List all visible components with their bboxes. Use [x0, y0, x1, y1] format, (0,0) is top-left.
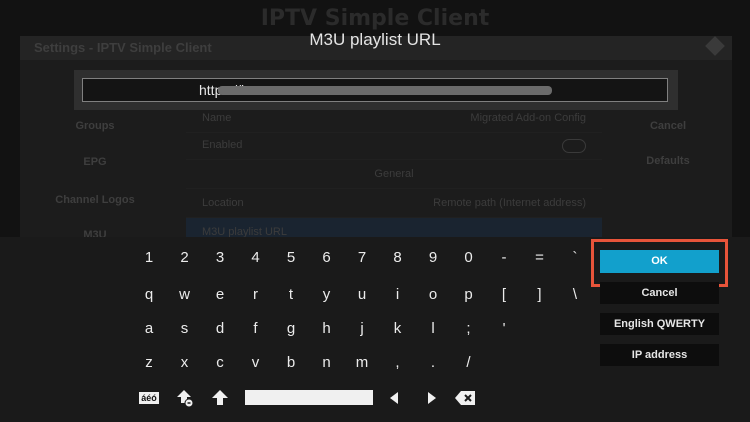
key-1-10[interactable]: 0 [452, 246, 486, 270]
setting-label: M3U playlist URL [202, 226, 287, 237]
key-1-6[interactable]: 6 [310, 246, 344, 270]
key-2-2[interactable]: w [168, 283, 202, 307]
backspace-key[interactable] [453, 388, 477, 408]
cancel-button[interactable]: Cancel [600, 282, 719, 304]
key-2-1[interactable]: q [132, 283, 166, 307]
setting-row-enabled[interactable]: Enabled [186, 131, 602, 160]
key-1-8[interactable]: 8 [381, 246, 415, 270]
key-3-11[interactable]: ' [487, 317, 521, 341]
dialog-title: M3U playlist URL [309, 30, 441, 49]
key-2-4[interactable]: r [239, 283, 273, 307]
section-header-general: General [186, 160, 602, 189]
shift-icon [212, 390, 228, 405]
key-1-3[interactable]: 3 [203, 246, 237, 270]
setting-label: Location [202, 197, 244, 209]
key-3-7[interactable]: j [345, 317, 379, 341]
addon-title: IPTV Simple Client [260, 6, 490, 31]
key-2-13[interactable]: \ [558, 283, 592, 307]
caps-lock-icon [177, 390, 194, 408]
key-4-4[interactable]: v [239, 351, 273, 375]
setting-value: Migrated Add-on Config [470, 112, 586, 124]
input-panel: https://i [74, 70, 678, 110]
sidebar-item-channel-logos[interactable]: Channel Logos [20, 194, 170, 206]
settings-cancel-button[interactable]: Cancel [628, 120, 708, 132]
shift-key[interactable] [209, 388, 231, 408]
cursor-left-key[interactable] [385, 388, 403, 408]
redacted-url-text [218, 86, 552, 95]
key-3-2[interactable]: s [168, 317, 202, 341]
key-2-5[interactable]: t [274, 283, 308, 307]
key-2-8[interactable]: i [381, 283, 415, 307]
key-2-10[interactable]: p [452, 283, 486, 307]
key-2-12[interactable]: ] [523, 283, 557, 307]
settings-defaults-button[interactable]: Defaults [628, 155, 708, 167]
key-4-6[interactable]: n [310, 351, 344, 375]
setting-value: Remote path (Internet address) [433, 197, 586, 209]
key-1-12[interactable]: = [523, 246, 557, 270]
key-3-3[interactable]: d [203, 317, 237, 341]
key-1-7[interactable]: 7 [345, 246, 379, 270]
backspace-icon [455, 391, 475, 405]
symbols-key-label: áéó [139, 392, 159, 404]
arrow-left-icon [390, 392, 398, 404]
key-3-5[interactable]: g [274, 317, 308, 341]
key-1-2[interactable]: 2 [168, 246, 202, 270]
ok-button[interactable]: OK [600, 250, 719, 273]
arrow-right-icon [428, 392, 436, 404]
key-1-4[interactable]: 4 [239, 246, 273, 270]
sidebar-item-groups[interactable]: Groups [20, 120, 170, 132]
key-4-9[interactable]: . [416, 351, 450, 375]
key-2-7[interactable]: u [345, 283, 379, 307]
ip-address-button[interactable]: IP address [600, 344, 719, 366]
url-input[interactable]: https://i [82, 78, 668, 102]
key-4-7[interactable]: m [345, 351, 379, 375]
key-3-1[interactable]: a [132, 317, 166, 341]
key-4-1[interactable]: z [132, 351, 166, 375]
key-3-6[interactable]: h [310, 317, 344, 341]
key-1-9[interactable]: 9 [416, 246, 450, 270]
key-1-13[interactable]: ` [558, 246, 592, 270]
setting-row-m3u-url[interactable]: M3U playlist URL [186, 218, 602, 237]
key-4-5[interactable]: b [274, 351, 308, 375]
key-2-11[interactable]: [ [487, 283, 521, 307]
key-4-8[interactable]: , [381, 351, 415, 375]
key-4-2[interactable]: x [168, 351, 202, 375]
section-label: General [374, 168, 414, 180]
space-bar[interactable] [245, 390, 373, 405]
settings-list: Name Migrated Add-on Config Enabled Gene… [186, 100, 602, 237]
setting-label: Name [202, 112, 232, 124]
caps-lock-key[interactable] [174, 388, 196, 408]
key-4-3[interactable]: c [203, 351, 237, 375]
key-2-9[interactable]: o [416, 283, 450, 307]
key-3-4[interactable]: f [239, 317, 273, 341]
sidebar-item-m3u[interactable]: M3U [20, 229, 170, 237]
key-1-1[interactable]: 1 [132, 246, 166, 270]
key-3-10[interactable]: ; [452, 317, 486, 341]
key-3-8[interactable]: k [381, 317, 415, 341]
key-1-11[interactable]: - [487, 246, 521, 270]
sidebar-item-epg[interactable]: EPG [20, 156, 170, 168]
symbols-key[interactable]: áéó [137, 388, 161, 408]
layout-english-qwerty-button[interactable]: English QWERTY [600, 313, 719, 335]
key-2-6[interactable]: y [310, 283, 344, 307]
setting-label: Enabled [202, 139, 243, 151]
toggle-switch[interactable] [562, 139, 586, 153]
onscreen-keyboard: OK Cancel English QWERTY IP address áéó … [0, 237, 750, 422]
setting-row-location[interactable]: Location Remote path (Internet address) [186, 189, 602, 218]
key-1-5[interactable]: 5 [274, 246, 308, 270]
key-4-10[interactable]: / [452, 351, 486, 375]
key-2-3[interactable]: e [203, 283, 237, 307]
key-3-9[interactable]: l [416, 317, 450, 341]
cursor-right-key[interactable] [423, 388, 441, 408]
